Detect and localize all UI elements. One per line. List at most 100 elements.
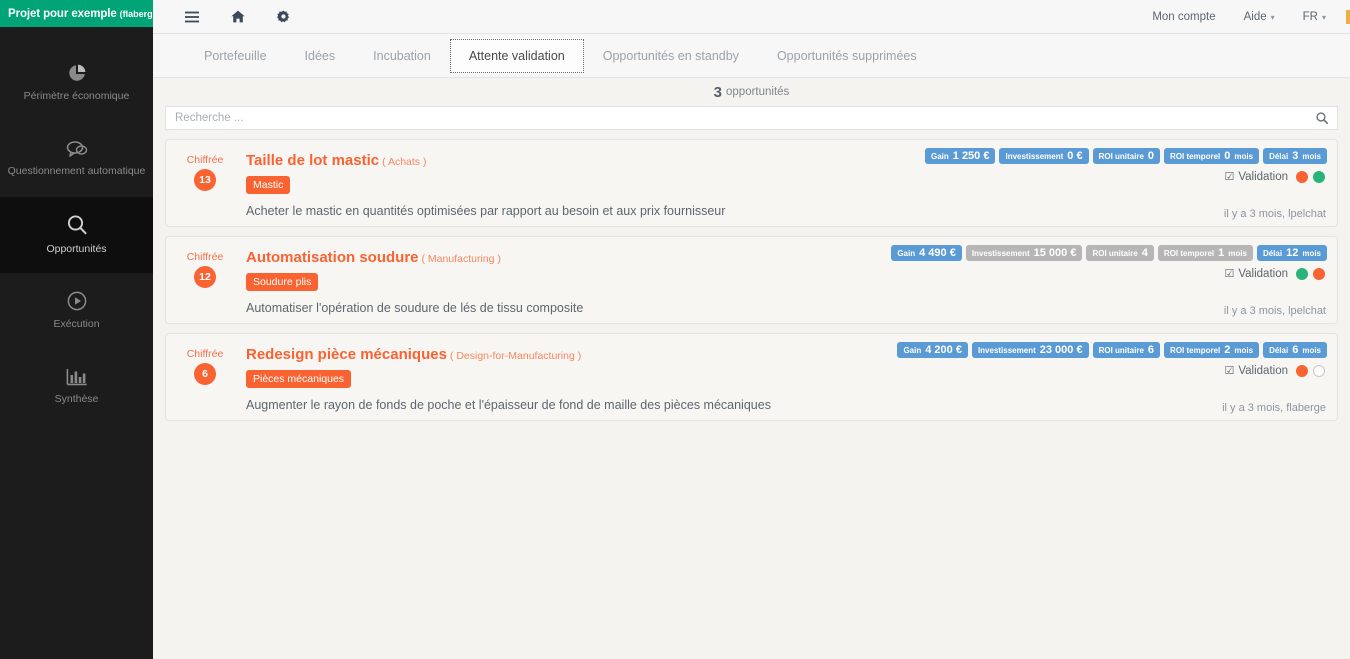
badge-value: 4 [1141, 247, 1148, 259]
badge-label: Investissement [971, 249, 1030, 258]
checkbox-checked-icon: ☑ [1224, 365, 1235, 377]
status-label: Chiffrée [186, 348, 224, 360]
badge-delai: Délai 3 mois [1263, 148, 1327, 164]
topbar: Mon compte Aide ▾ FR ▾ [153, 0, 1350, 34]
badge-value: 0 [1147, 150, 1155, 162]
badge-delai: Délai 6 mois [1263, 342, 1327, 358]
badge-label: Investissement [1005, 152, 1064, 161]
sidebar-item-questionnement-automatique[interactable]: Questionnement automatique [0, 121, 153, 197]
card-footer-meta: il y a 3 mois, lpelchat [1223, 208, 1326, 220]
validation-dot[interactable] [1296, 364, 1308, 377]
opportunity-tag[interactable]: Mastic [246, 176, 291, 194]
badge-unit: mois [1302, 249, 1321, 258]
validation-dot[interactable] [1296, 170, 1308, 183]
home-icon[interactable] [231, 10, 245, 23]
validation-text: Validation [1238, 364, 1288, 377]
sidebar-item-synthese[interactable]: Synthèse [0, 349, 153, 425]
validation-dot[interactable] [1313, 364, 1325, 377]
badge-gain: Gain 4 490 € [891, 245, 962, 261]
badge-unit: mois [1302, 346, 1321, 355]
badge-value: 1 250 € [952, 150, 990, 162]
opportunity-description: Acheter le mastic en quantités optimisée… [246, 204, 726, 218]
badge-unit: mois [1234, 346, 1254, 355]
status-label: Chiffrée [186, 251, 224, 263]
card-metrics: Gain 1 250 € Investissement 0 € ROI unit… [924, 148, 1327, 184]
tabbar: Portefeuille Idées Incubation Attente va… [153, 34, 1350, 78]
opportunity-card[interactable]: Chiffrée 13 Taille de lot mastic ( Achat… [165, 139, 1338, 227]
badge-value: 4 200 € [925, 344, 962, 356]
card-metrics: Gain 4 490 € Investissement 15 000 € ROI… [891, 245, 1327, 280]
tab-opportunites-supprimees[interactable]: Opportunités supprimées [758, 39, 936, 73]
opportunity-title[interactable]: Taille de lot mastic [246, 152, 379, 169]
tab-incubation[interactable]: Incubation [354, 39, 450, 73]
validation-text: Validation [1238, 267, 1288, 280]
badge-value: 0 [1224, 150, 1231, 162]
badge-roi-unitaire: ROI unitaire 0 [1092, 148, 1161, 164]
search-box[interactable] [165, 106, 1338, 130]
badge-value: 12 [1286, 247, 1299, 259]
validation-label: ☑ Validation [1224, 170, 1288, 184]
badge-value: 23 000 € [1039, 344, 1083, 356]
pie-chart-icon [67, 63, 87, 83]
badge-label: ROI unitaire [1092, 249, 1138, 258]
tab-attente-validation[interactable]: Attente validation [449, 38, 584, 73]
opportunity-count: 3 opportunités [153, 78, 1350, 106]
opportunity-description: Augmenter le rayon de fonds de poche et … [246, 398, 771, 412]
count-label: opportunités [726, 86, 790, 98]
badge-unit: mois [1302, 152, 1321, 161]
topbar-right-group: Mon compte Aide ▾ FR ▾ [1152, 11, 1340, 23]
badge-label: Délai [1269, 152, 1289, 161]
hamburger-menu-icon[interactable] [185, 11, 199, 23]
badge-investissement: Investissement 15 000 € [965, 245, 1083, 261]
badge-investissement: Investissement 0 € [999, 148, 1089, 164]
sidebar-item-label: Synthèse [54, 393, 99, 406]
sidebar-item-opportunites[interactable]: Opportunités [0, 197, 153, 273]
validation-row: ☑ Validation [1224, 364, 1327, 377]
validation-dot[interactable] [1313, 170, 1325, 183]
opportunity-tag[interactable]: Soudure plis [246, 273, 319, 291]
sidebar-item-label: Questionnement automatique [7, 165, 146, 178]
language-menu[interactable]: FR ▾ [1303, 11, 1326, 23]
badge-value: 4 490 € [919, 247, 956, 259]
search-input[interactable] [175, 112, 1316, 124]
main-content: Mon compte Aide ▾ FR ▾ Portefeuille Idées … [153, 0, 1350, 659]
sidebar-item-perimetre-economique[interactable]: Périmètre économique [0, 45, 153, 121]
sidebar-item-execution[interactable]: Exécution [0, 273, 153, 349]
opportunity-tag[interactable]: Pièces mécaniques [246, 370, 352, 388]
validation-row: ☑ Validation [1224, 267, 1327, 280]
badge-investissement: Investissement 23 000 € [971, 342, 1089, 358]
search-icon[interactable] [1316, 112, 1328, 124]
search-area [153, 106, 1350, 130]
tab-opportunites-en-standby[interactable]: Opportunités en standby [584, 39, 758, 73]
opportunity-title[interactable]: Automatisation soudure [246, 249, 419, 266]
opportunity-card[interactable]: Chiffrée 12 Automatisation soudure ( Man… [165, 236, 1338, 324]
badge-value: 15 000 € [1033, 247, 1077, 259]
help-menu[interactable]: Aide ▾ [1244, 11, 1275, 23]
opportunity-category: ( Achats ) [382, 156, 427, 168]
card-footer-meta: il y a 3 mois, flaberge [1222, 402, 1326, 414]
tab-portefeuille[interactable]: Portefeuille [185, 39, 286, 73]
opportunity-category: ( Design-for-Manufacturing ) [449, 350, 582, 362]
validation-label: ☑ Validation [1224, 364, 1288, 378]
validation-dot[interactable] [1296, 267, 1308, 280]
play-circle-icon [67, 291, 87, 311]
badge-value: 6 [1292, 344, 1299, 356]
my-account-link[interactable]: Mon compte [1152, 11, 1215, 23]
badge-roi-unitaire: ROI unitaire 4 [1086, 245, 1154, 261]
validation-dot[interactable] [1313, 267, 1325, 280]
project-selector[interactable]: Projet pour exemple (flaberge) ▾ [0, 0, 165, 27]
topbar-icon-group [185, 10, 290, 23]
sidebar-item-label: Opportunités [46, 243, 107, 256]
metric-badges: Gain 4 200 € Investissement 23 000 € ROI… [897, 342, 1327, 358]
gear-icon[interactable] [277, 10, 290, 23]
badge-label: Délai [1262, 249, 1283, 258]
validation-dots [1296, 364, 1325, 377]
count-number: 3 [713, 83, 723, 101]
validation-dots [1296, 267, 1325, 280]
opportunity-title[interactable]: Redesign pièce mécaniques [246, 346, 447, 363]
tab-idees[interactable]: Idées [286, 39, 355, 73]
badge-label: ROI unitaire [1098, 152, 1144, 161]
opportunity-card[interactable]: Chiffrée 6 Redesign pièce mécaniques ( D… [165, 333, 1338, 421]
badge-label: Gain [903, 346, 922, 355]
chevron-down-icon: ▾ [1270, 12, 1275, 22]
